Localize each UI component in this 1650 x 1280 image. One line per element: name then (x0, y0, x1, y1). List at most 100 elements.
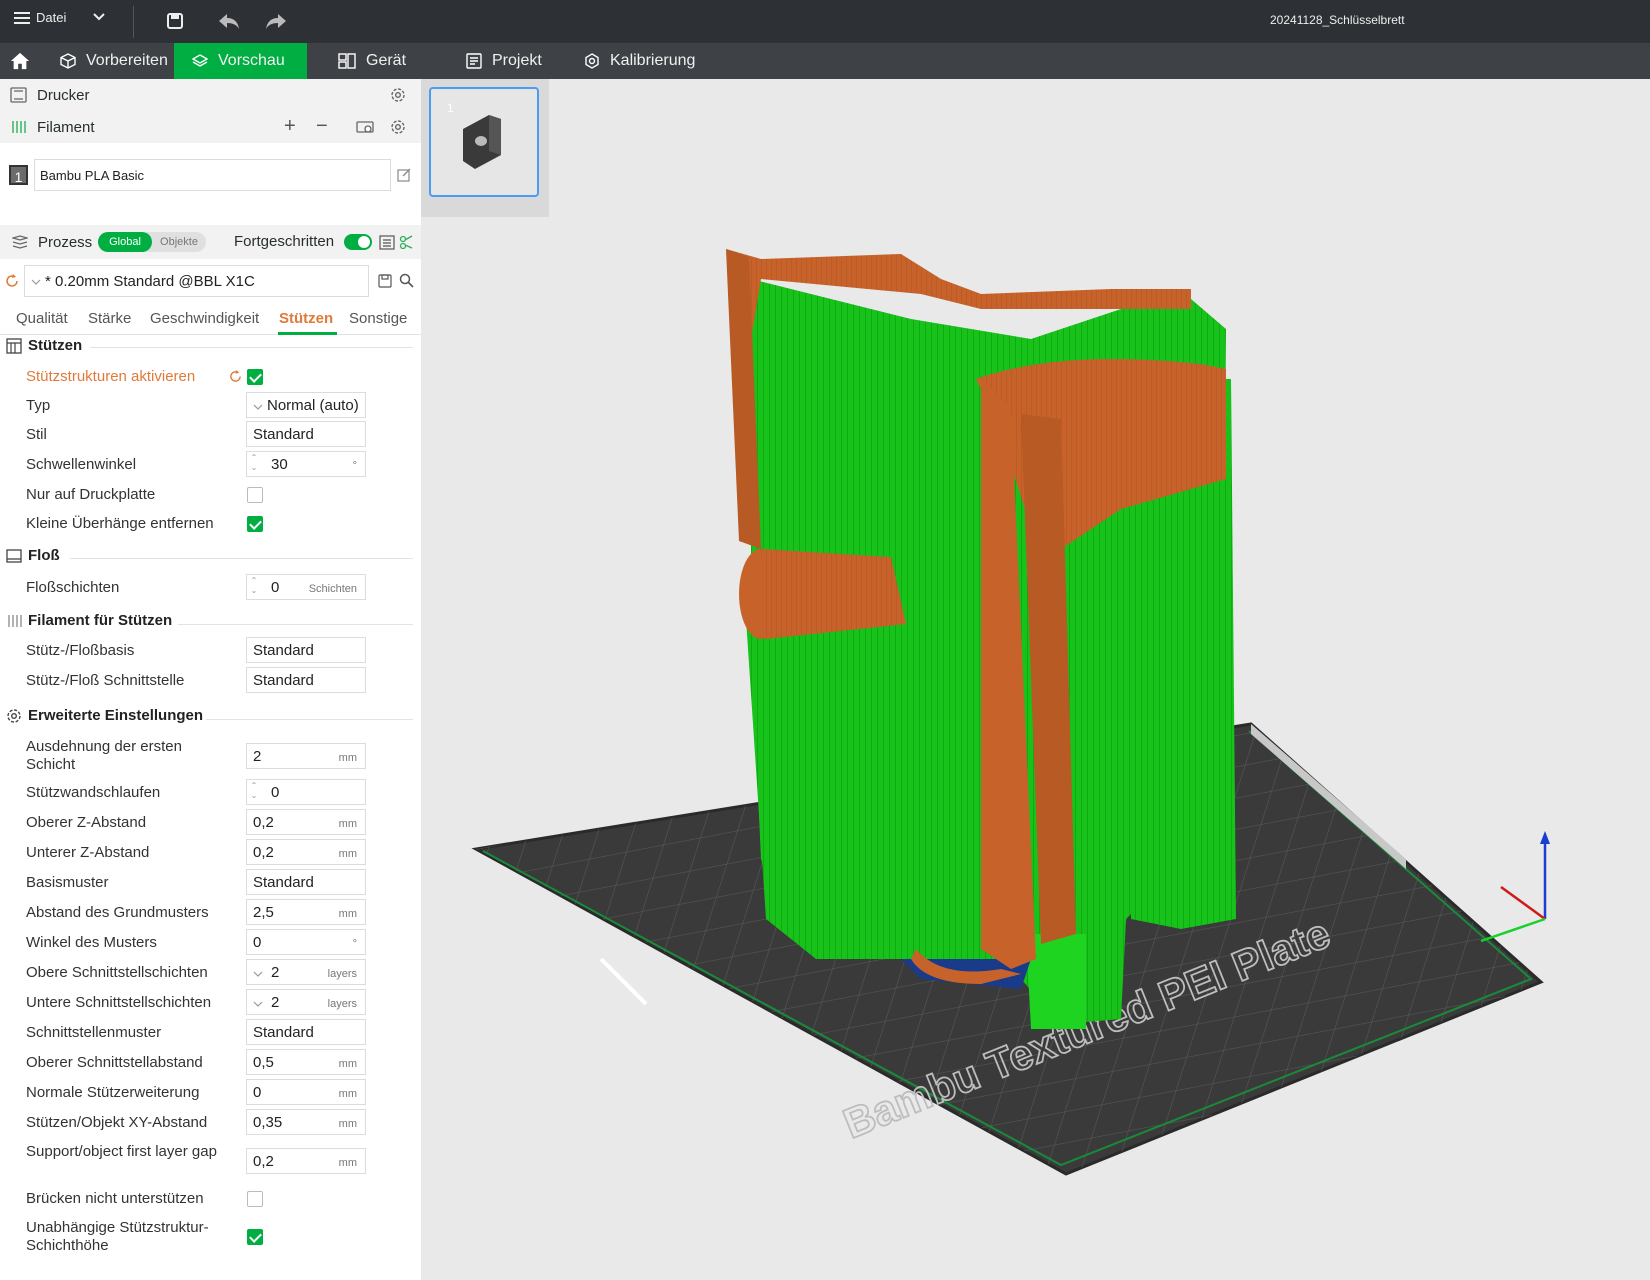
bottom-z-distance-input[interactable]: 0,2 mm (246, 839, 366, 865)
subtab-support[interactable]: Stützen (279, 310, 333, 327)
add-icon[interactable]: + (284, 115, 296, 138)
support-style-select[interactable]: Standard (246, 421, 366, 447)
independent-height-checkbox[interactable] (247, 1229, 263, 1245)
toggle-objects[interactable]: Objekte (154, 232, 204, 252)
pattern-angle-label: Winkel des Musters (26, 934, 157, 951)
reset-icon[interactable] (5, 274, 19, 288)
build-plate-only-label: Nur auf Druckplatte (26, 486, 156, 503)
gear-icon[interactable] (390, 119, 406, 135)
raft-layers-label: Floßschichten (26, 579, 120, 596)
calibration-icon (585, 53, 599, 69)
enable-support-label: Stützstrukturen aktivieren (26, 368, 196, 385)
printer-header[interactable]: Drucker (0, 79, 421, 111)
threshold-input[interactable]: ⌃ ⌄ 30 ° (246, 451, 366, 477)
no-bridges-checkbox[interactable] (247, 1191, 263, 1207)
tab-preview[interactable]: Vorschau (174, 43, 307, 79)
support-style-value: Standard (253, 425, 314, 443)
normal-expansion-input[interactable]: 0 mm (246, 1079, 366, 1105)
tab-device[interactable]: Gerät (320, 43, 424, 79)
tab-calibration[interactable]: Kalibrierung (566, 43, 713, 79)
filament-label: Filament (37, 118, 95, 136)
gear-icon[interactable] (390, 87, 406, 103)
stepper-icon[interactable]: ⌃ ⌄ (249, 453, 259, 473)
remove-icon[interactable]: − (316, 115, 328, 138)
interface-pattern-select[interactable]: Standard (246, 1019, 366, 1045)
search-icon[interactable] (399, 273, 414, 288)
base-pattern-spacing-value: 2,5 (253, 903, 274, 921)
preset-select[interactable]: * 0.20mm Standard @BBL X1C (24, 265, 369, 297)
top-interface-spacing-label: Oberer Schnittstellabstand (26, 1054, 203, 1071)
section-raft: Floß (6, 547, 60, 564)
settings-sidebar: Drucker Filament + − 1 Bambu PLA Basic P… (0, 79, 421, 1280)
base-pattern-label: Basismuster (26, 874, 109, 891)
list-icon[interactable] (379, 235, 395, 250)
support-base-select[interactable]: Standard (246, 637, 366, 663)
top-interface-layers-select[interactable]: 2 layers (246, 959, 366, 985)
reset-icon[interactable] (229, 370, 242, 383)
save-icon[interactable] (162, 8, 188, 34)
unit-label: layers (327, 998, 357, 1010)
undo-icon[interactable] (216, 8, 242, 34)
subtab-others[interactable]: Sonstige (349, 310, 407, 327)
section-title: Filament für Stützen (28, 612, 173, 629)
enable-support-checkbox[interactable] (247, 369, 263, 385)
xy-distance-input[interactable]: 0,35 mm (246, 1109, 366, 1135)
support-interface-select[interactable]: Standard (246, 667, 366, 693)
first-layer-expansion-input[interactable]: 2 mm (246, 743, 366, 769)
remove-small-overhangs-checkbox[interactable] (247, 516, 263, 532)
raft-layers-input[interactable]: ⌃ ⌄ 0 Schichten (246, 574, 366, 600)
advanced-switch[interactable] (344, 234, 372, 250)
first-layer-gap-input[interactable]: 0,2 mm (246, 1148, 366, 1174)
subtab-strength[interactable]: Stärke (88, 310, 131, 327)
tab-prepare[interactable]: Vorbereiten (42, 43, 186, 79)
top-interface-layers-value: 2 (271, 963, 280, 981)
filament-sync-icon[interactable] (356, 119, 374, 135)
support-type-select[interactable]: Normal (auto) (246, 392, 366, 418)
filament-slot-badge[interactable]: 1 (9, 165, 28, 185)
support-base-value: Standard (253, 641, 314, 659)
bottom-interface-layers-select[interactable]: 2 layers (246, 989, 366, 1015)
top-interface-spacing-input[interactable]: 0,5 mm (246, 1049, 366, 1075)
chevron-down-icon (253, 404, 263, 410)
stepper-icon[interactable]: ⌃ ⌄ (249, 781, 259, 801)
section-title: Floß (28, 547, 60, 564)
normal-expansion-label: Normale Stützerweiterung (26, 1084, 200, 1101)
tab-project[interactable]: Projekt (448, 43, 560, 79)
subtab-quality[interactable]: Qualität (16, 310, 68, 327)
support-base-label: Stütz-/Floßbasis (26, 642, 135, 659)
wall-loops-input[interactable]: ⌃ ⌄ 0 (246, 779, 366, 805)
settings-subtabs: Qualität Stärke Geschwindigkeit Stützen … (0, 303, 421, 335)
stepper-icon[interactable]: ⌃ ⌄ (249, 576, 259, 596)
base-pattern-select[interactable]: Standard (246, 869, 366, 895)
support-icon (6, 337, 22, 354)
support-style-label: Stil (26, 426, 47, 443)
redo-icon[interactable] (263, 8, 289, 34)
divider (133, 6, 134, 38)
xy-distance-label: Stützen/Objekt XY-Abstand (26, 1114, 208, 1131)
subtab-speed[interactable]: Geschwindigkeit (150, 310, 259, 327)
top-z-distance-input[interactable]: 0,2 mm (246, 809, 366, 835)
compare-icon[interactable] (399, 235, 413, 249)
edit-icon[interactable] (397, 167, 412, 182)
toggle-global[interactable]: Global (98, 232, 152, 252)
home-icon (10, 52, 30, 70)
bottom-interface-layers-value: 2 (271, 993, 280, 1011)
filament-select[interactable]: Bambu PLA Basic (34, 159, 391, 191)
pattern-angle-input[interactable]: 0 ° (246, 929, 366, 955)
save-icon[interactable] (378, 274, 392, 288)
first-layer-expansion-label: Ausdehnung der ersten Schicht (26, 738, 182, 773)
file-menu[interactable]: Datei (14, 10, 66, 25)
first-layer-gap-label: Support/object first layer gap (26, 1143, 217, 1160)
home-button[interactable] (0, 43, 40, 79)
scope-toggle[interactable]: Global Objekte (98, 232, 206, 252)
preview-viewport[interactable]: 1 Bambu Textured PEI Plate (421, 79, 1650, 1280)
filament-list: 1 Bambu PLA Basic (0, 143, 421, 225)
bottom-interface-layers-label: Untere Schnittstellschichten (26, 994, 212, 1011)
chevron-down-icon[interactable] (92, 10, 106, 27)
support-type-label: Typ (26, 397, 51, 414)
tab-label: Kalibrierung (610, 52, 696, 69)
base-pattern-spacing-input[interactable]: 2,5 mm (246, 899, 366, 925)
build-plate-only-checkbox[interactable] (247, 487, 263, 503)
process-label: Prozess (38, 233, 93, 251)
independent-height-label: Unabhängige Stützstruktur-Schichthöhe (26, 1219, 209, 1254)
